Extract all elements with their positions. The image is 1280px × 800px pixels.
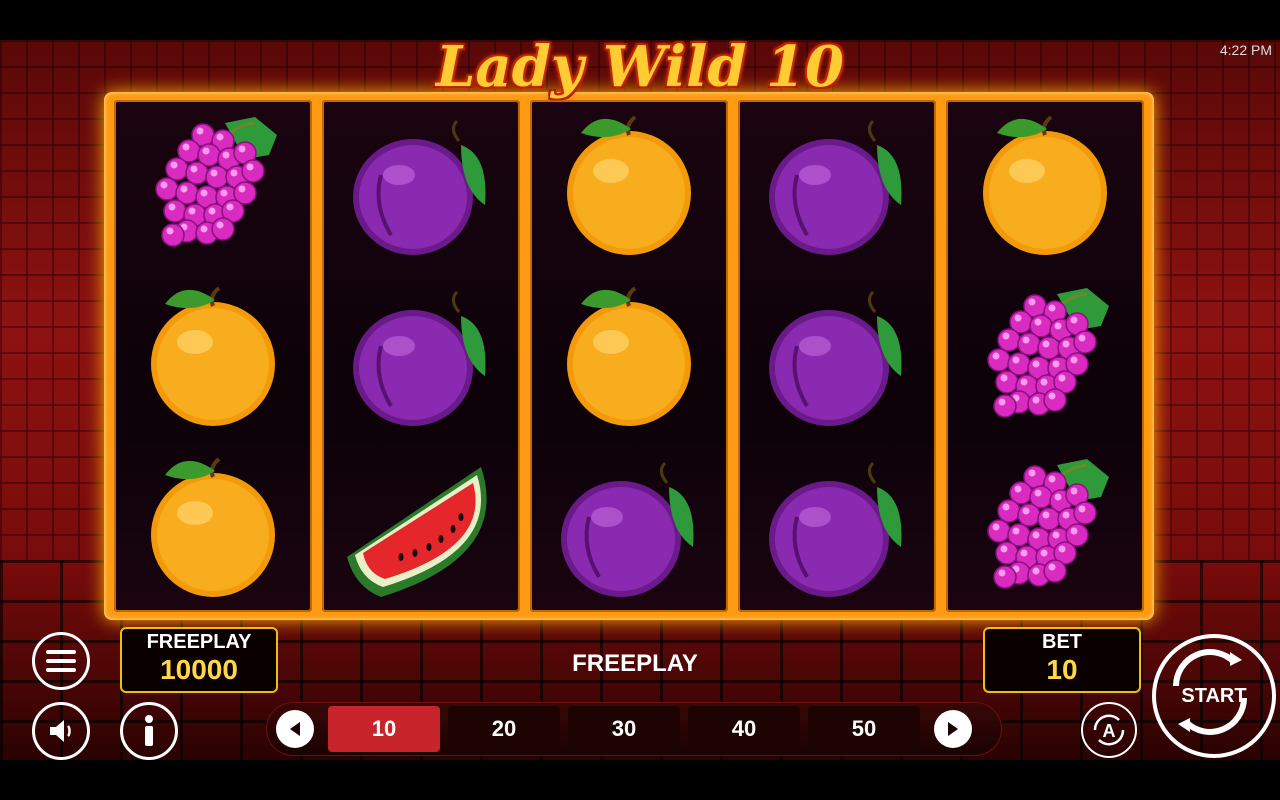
- arrow-left-icon: [290, 722, 300, 736]
- bet-option-40[interactable]: 40: [688, 706, 800, 752]
- reel-1: [114, 100, 312, 612]
- reel-frame: [104, 92, 1154, 620]
- reel-5: [946, 100, 1144, 612]
- info-button[interactable]: [120, 702, 178, 760]
- plum-symbol: [752, 276, 922, 436]
- reels: [114, 100, 1144, 612]
- balance-value: 10000: [160, 654, 238, 685]
- hamburger-icon: [46, 650, 76, 672]
- plum-symbol: [336, 276, 506, 436]
- plum-symbol: [544, 447, 714, 607]
- autoplay-label: A: [1103, 721, 1116, 741]
- start-label: START: [1181, 684, 1247, 707]
- bet-options: 10 20 30 40 50: [324, 706, 924, 752]
- bet-panel: BET 10: [983, 627, 1141, 693]
- reel-2: [322, 100, 520, 612]
- watermelon-symbol: [336, 447, 506, 607]
- orange-symbol: [544, 105, 714, 265]
- orange-symbol: [544, 276, 714, 436]
- bet-label: BET: [1042, 631, 1082, 653]
- arrow-right-icon: [948, 722, 958, 736]
- autoplay-icon: A: [1093, 714, 1125, 746]
- speaker-icon: [50, 720, 71, 742]
- bet-option-50[interactable]: 50: [808, 706, 920, 752]
- menu-button[interactable]: [32, 632, 90, 690]
- orange-symbol: [960, 105, 1130, 265]
- orange-symbol: [128, 447, 298, 607]
- bet-prev-button[interactable]: [276, 710, 314, 748]
- plum-symbol: [752, 447, 922, 607]
- balance-label: FREEPLAY: [146, 631, 252, 653]
- balance-panel: FREEPLAY 10000: [120, 627, 278, 693]
- sound-button[interactable]: [32, 702, 90, 760]
- grapes-symbol: [960, 447, 1130, 607]
- bet-option-20[interactable]: 20: [448, 706, 560, 752]
- grapes-symbol: [128, 105, 298, 265]
- bottom-bar: [0, 760, 1280, 800]
- reel-3: [530, 100, 728, 612]
- reel-4: [738, 100, 936, 612]
- bet-value: 10: [1046, 654, 1078, 685]
- bet-option-30[interactable]: 30: [568, 706, 680, 752]
- bet-selector: 10 20 30 40 50: [266, 702, 1002, 756]
- autoplay-button[interactable]: A: [1081, 702, 1137, 758]
- info-icon: [145, 715, 153, 746]
- bet-next-button[interactable]: [934, 710, 972, 748]
- orange-symbol: [128, 276, 298, 436]
- plum-symbol: [752, 105, 922, 265]
- start-button[interactable]: START: [1152, 634, 1276, 758]
- grapes-symbol: [960, 276, 1130, 436]
- game-title: Lady Wild 10: [436, 34, 844, 100]
- status-message: FREEPLAY: [572, 650, 698, 677]
- plum-symbol: [336, 105, 506, 265]
- bet-option-10[interactable]: 10: [328, 706, 440, 752]
